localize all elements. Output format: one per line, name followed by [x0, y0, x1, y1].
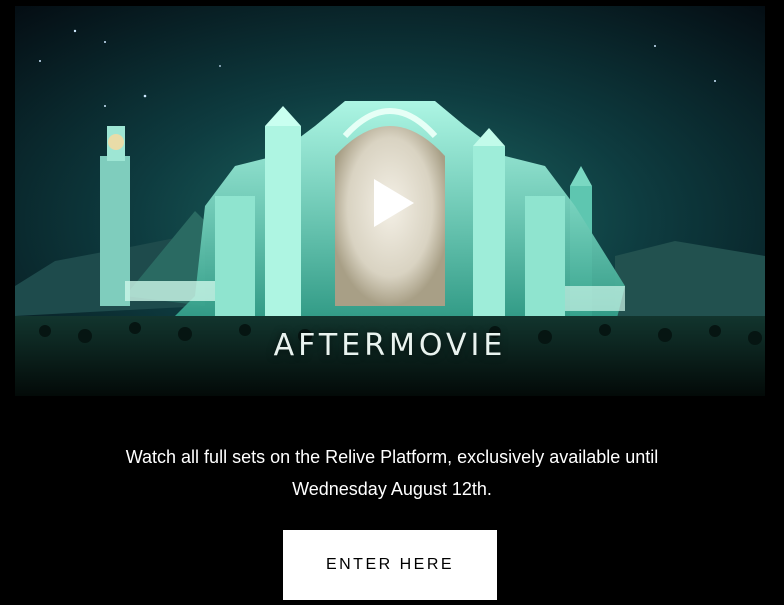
play-icon — [374, 179, 414, 227]
aftermovie-video-player[interactable]: AFTERMOVIE — [15, 6, 765, 396]
description-line-2: Wednesday August 12th. — [292, 479, 492, 499]
video-title: AFTERMOVIE — [273, 328, 507, 363]
description-line-1: Watch all full sets on the Relive Platfo… — [125, 447, 659, 467]
page: AFTERMOVIE Watch all full sets on the Re… — [0, 0, 784, 605]
play-button[interactable] — [360, 173, 420, 233]
enter-here-button[interactable]: ENTER HERE — [283, 530, 497, 600]
relive-description: Watch all full sets on the Relive Platfo… — [40, 441, 744, 505]
